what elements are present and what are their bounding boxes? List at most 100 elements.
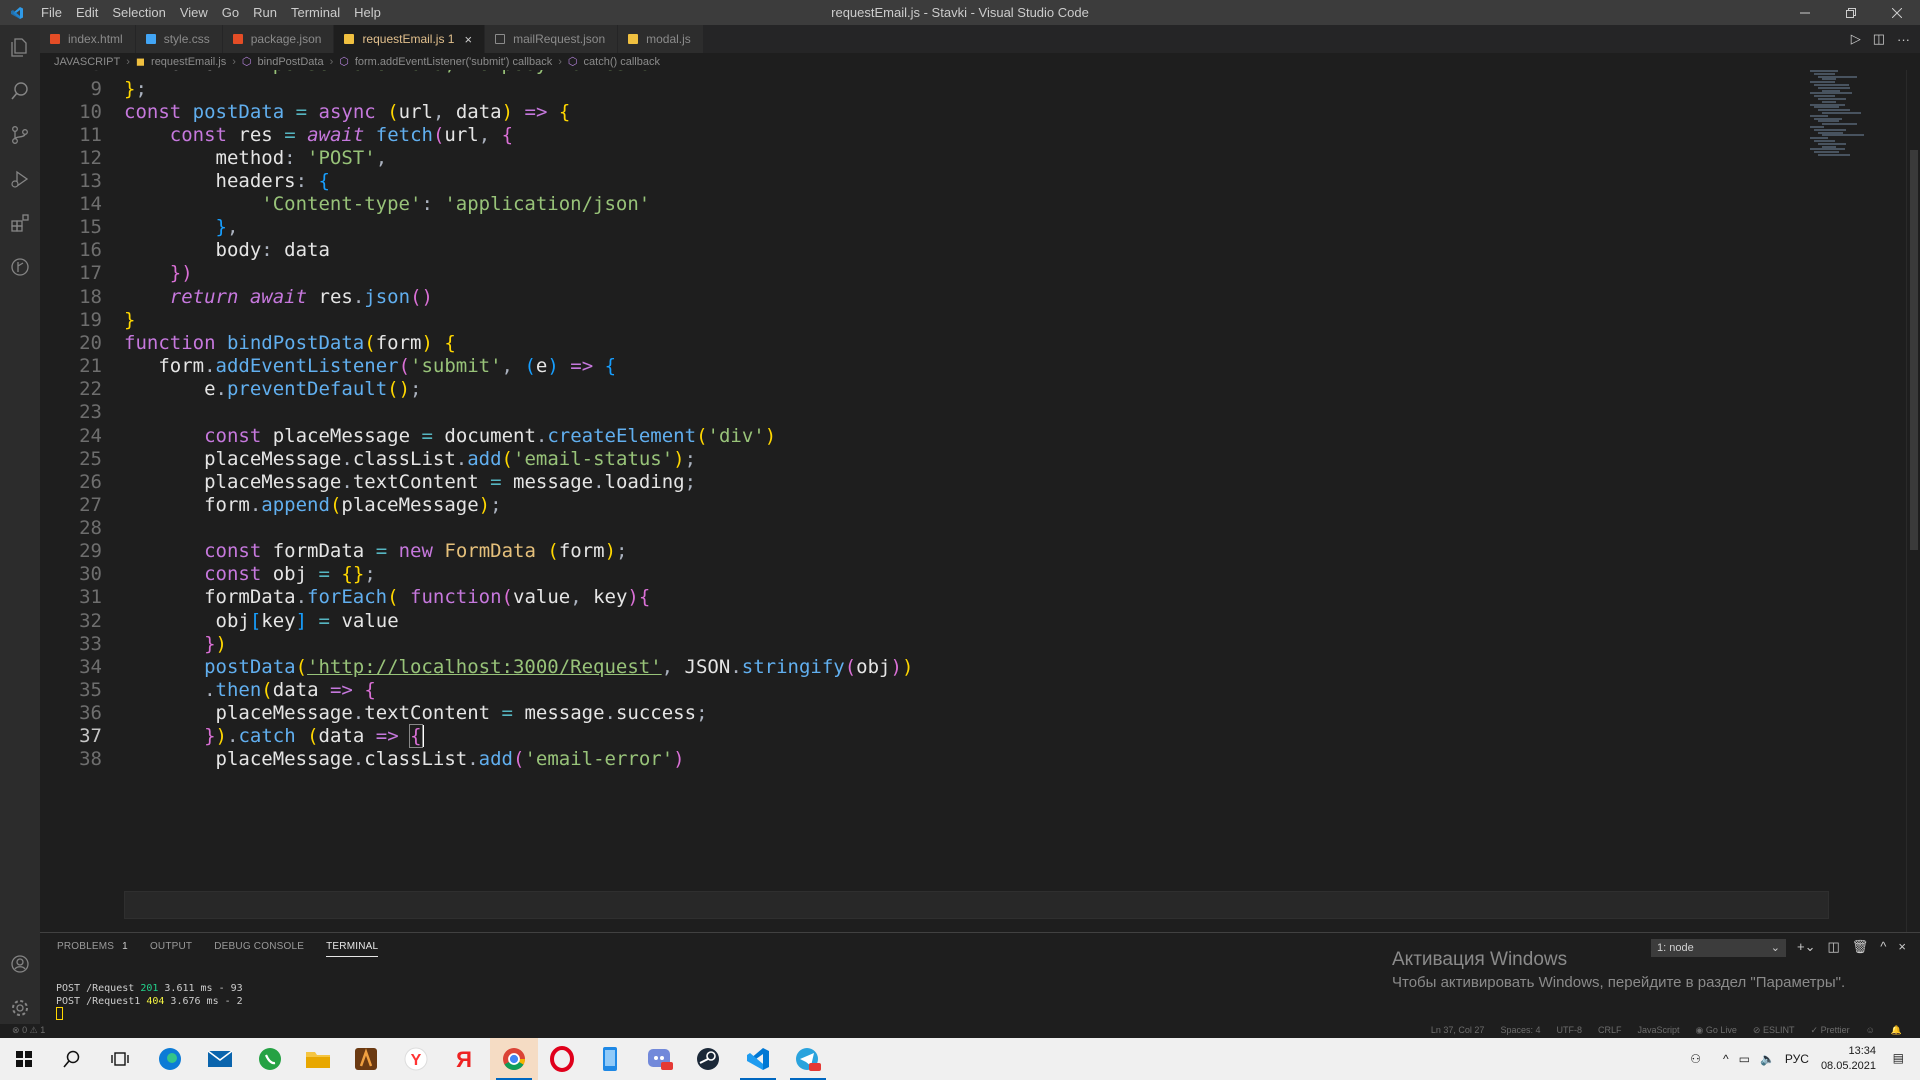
tab-mail-request-json[interactable]: mailRequest.json [485, 25, 619, 53]
input-language[interactable]: РУС [1785, 1052, 1809, 1066]
menu-edit[interactable]: Edit [69, 0, 105, 25]
minimize-button[interactable] [1782, 0, 1828, 25]
steam-app[interactable] [684, 1038, 732, 1080]
tab-style-css[interactable]: style.css [135, 25, 223, 53]
code-line[interactable]: form.append(placeMessage); [124, 491, 502, 519]
extensions-button[interactable] [0, 201, 40, 245]
code-editor[interactable]: 8910111213141516171819202122232425262728… [40, 70, 1920, 932]
close-panel-icon[interactable]: × [1898, 939, 1906, 955]
explorer-button[interactable] [0, 25, 40, 69]
run-debug-button[interactable] [0, 157, 40, 201]
broadcast-icon: ◉ [1695, 1025, 1704, 1035]
menu-selection[interactable]: Selection [105, 0, 172, 25]
maximize-panel-icon[interactable]: ^ [1880, 939, 1886, 955]
minimize-icon [1800, 12, 1810, 13]
html-file-icon [50, 34, 60, 44]
yandex-browser-icon: Я [456, 1047, 472, 1072]
more-actions-icon[interactable]: ··· [1897, 32, 1910, 47]
new-terminal-icon[interactable]: +⌄ [1797, 939, 1815, 955]
minimap-line [1822, 145, 1836, 148]
yandex-browser-app[interactable]: Я [440, 1038, 488, 1080]
breadcrumb-file[interactable]: requestEmail.js [151, 56, 226, 68]
source-control-button[interactable] [0, 113, 40, 157]
chrome-app[interactable] [490, 1038, 538, 1080]
tab-terminal[interactable]: TERMINAL [326, 941, 379, 957]
menu-terminal[interactable]: Terminal [284, 0, 347, 25]
feedback-icon[interactable]: ☺ [1866, 1025, 1875, 1036]
menu-view[interactable]: View [173, 0, 215, 25]
close-window-button[interactable] [1874, 0, 1920, 25]
split-terminal-icon[interactable]: ◫ [1827, 939, 1839, 955]
scrollbar-thumb[interactable] [1910, 150, 1918, 550]
code-content[interactable]: error: 'Произошла ошибка, попробуйте поз… [124, 70, 1824, 932]
restore-icon [1846, 7, 1856, 18]
prettier-status[interactable]: ✓ Prettier [1811, 1025, 1850, 1036]
vscode-app[interactable] [734, 1038, 782, 1080]
start-button[interactable] [0, 1038, 48, 1080]
minimap-line [1814, 95, 1835, 98]
terminal-output-line: POST /Request1 404 3.676 ms - 2 [56, 996, 243, 1007]
tab-modal-js[interactable]: modal.js [618, 25, 704, 53]
tab-output[interactable]: OUTPUT [150, 941, 192, 957]
volume-icon[interactable]: 🔈 [1760, 1052, 1775, 1066]
restore-button[interactable] [1828, 0, 1874, 25]
code-line[interactable]: error: 'Произошла ошибка, попробуйте поз… [124, 70, 662, 78]
terminal-select[interactable]: 1: node ⌄ [1651, 939, 1786, 957]
tab-request-email-js[interactable]: requestEmail.js 1 × [334, 25, 486, 53]
breadcrumb-folder[interactable]: JAVASCRIPT [54, 56, 120, 68]
eslint-status[interactable]: ⊘ ESLINT [1753, 1025, 1795, 1036]
menu-help[interactable]: Help [347, 0, 388, 25]
indentation[interactable]: Spaces: 4 [1500, 1025, 1540, 1036]
end-of-line[interactable]: CRLF [1598, 1025, 1622, 1036]
menu-file[interactable]: File [34, 0, 69, 25]
trash-icon[interactable]: 🗑 [1852, 939, 1869, 955]
language-mode[interactable]: JavaScript [1637, 1025, 1679, 1036]
close-tab-icon[interactable]: × [464, 32, 472, 47]
breadcrumb-catch[interactable]: catch() callback [584, 56, 660, 68]
split-editor-icon[interactable]: ◫ [1873, 31, 1885, 47]
run-file-icon[interactable]: ▷ [1851, 31, 1861, 47]
minimap-line [1810, 81, 1835, 84]
code-line[interactable]: placeMessage.classList.add('email-error'… [124, 745, 685, 773]
tab-debug-console[interactable]: DEBUG CONSOLE [214, 941, 304, 957]
editor-scrollbar[interactable] [1906, 70, 1920, 932]
notification-center-icon[interactable]: ▤ [1893, 1051, 1904, 1065]
minimap-line [1810, 103, 1845, 106]
breadcrumb-function[interactable]: bindPostData [258, 56, 324, 68]
encoding[interactable]: UTF-8 [1556, 1025, 1582, 1036]
code-line[interactable]: return await res.json() [124, 283, 433, 311]
edge-app[interactable] [146, 1038, 194, 1080]
gitlens-button[interactable] [0, 245, 40, 289]
file-explorer-app[interactable] [294, 1038, 342, 1080]
bottom-panel: PROBLEMS 1 OUTPUT DEBUG CONSOLE TERMINAL … [40, 932, 1920, 1030]
minimap[interactable] [1810, 70, 1910, 160]
phone-app[interactable] [586, 1038, 634, 1080]
mail-icon [207, 1050, 233, 1067]
mail-app[interactable] [196, 1038, 244, 1080]
tab-package-json[interactable]: package.json [222, 25, 335, 53]
menu-run[interactable]: Run [246, 0, 284, 25]
go-live-button[interactable]: ◉ Go Live [1696, 1025, 1737, 1036]
problems-status[interactable]: ⊗ 0 ⚠ 1 [12, 1025, 45, 1036]
code-line[interactable]: e.preventDefault(); [124, 375, 421, 403]
taskbar-search-button[interactable] [48, 1038, 96, 1080]
accounts-button[interactable] [0, 942, 40, 986]
telegram-app[interactable] [784, 1038, 832, 1080]
people-icon[interactable]: ⚇ [1690, 1052, 1701, 1066]
breadcrumb-callback[interactable]: form.addEventListener('submit') callback [355, 56, 552, 68]
game-app[interactable] [342, 1038, 390, 1080]
extensions-icon [11, 214, 29, 232]
tab-index-html[interactable]: index.html [40, 25, 136, 53]
yandex-app[interactable]: Y [392, 1038, 440, 1080]
discord-app[interactable] [636, 1038, 684, 1080]
menu-go[interactable]: Go [215, 0, 246, 25]
task-view-button[interactable] [96, 1038, 144, 1080]
bell-icon[interactable]: 🔔 [1891, 1025, 1902, 1036]
chevron-up-icon[interactable]: ^ [1723, 1052, 1729, 1066]
tab-problems[interactable]: PROBLEMS 1 [57, 941, 128, 957]
opera-app[interactable] [538, 1038, 586, 1080]
search-button[interactable] [0, 69, 40, 113]
cursor-position[interactable]: Ln 37, Col 27 [1431, 1025, 1485, 1036]
whatsapp-app[interactable] [246, 1038, 294, 1080]
network-icon[interactable]: ▭ [1739, 1052, 1750, 1066]
